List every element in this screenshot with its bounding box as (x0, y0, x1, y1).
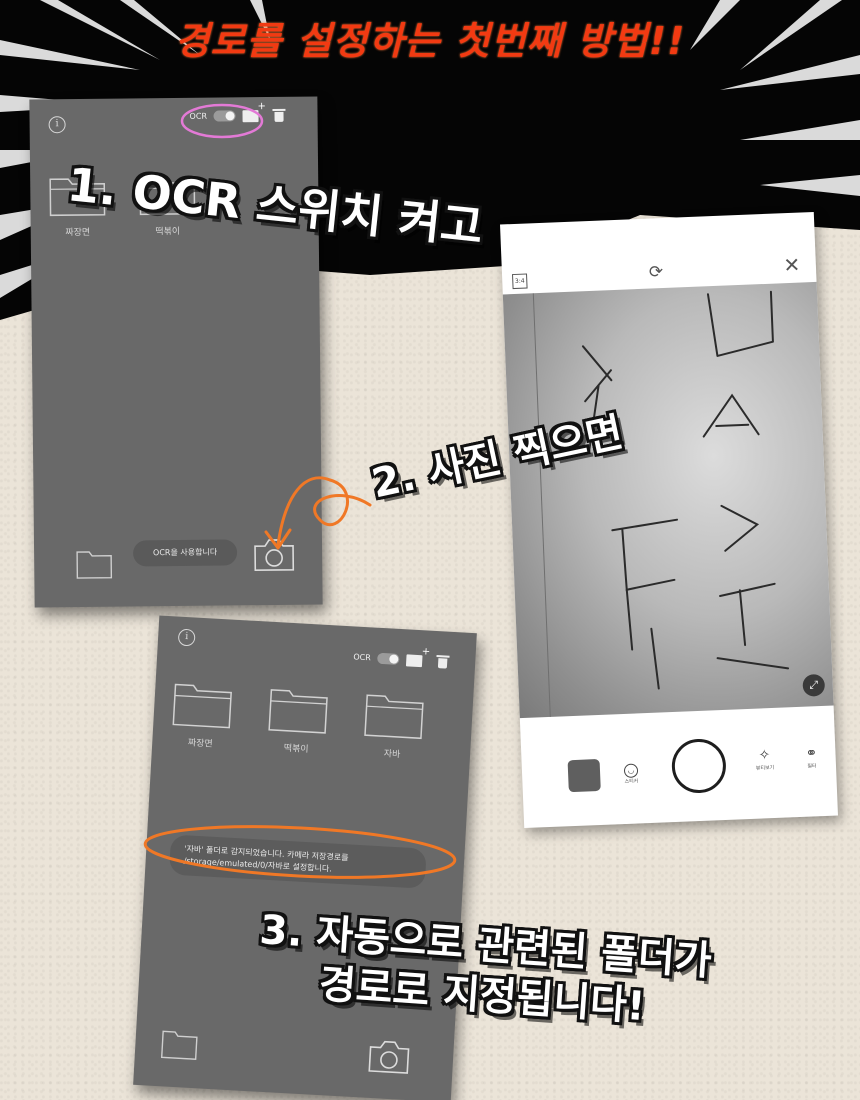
toast-highlight-ring (143, 825, 457, 879)
ocr-highlight-ring (180, 103, 264, 139)
orange-arrow (276, 476, 372, 547)
